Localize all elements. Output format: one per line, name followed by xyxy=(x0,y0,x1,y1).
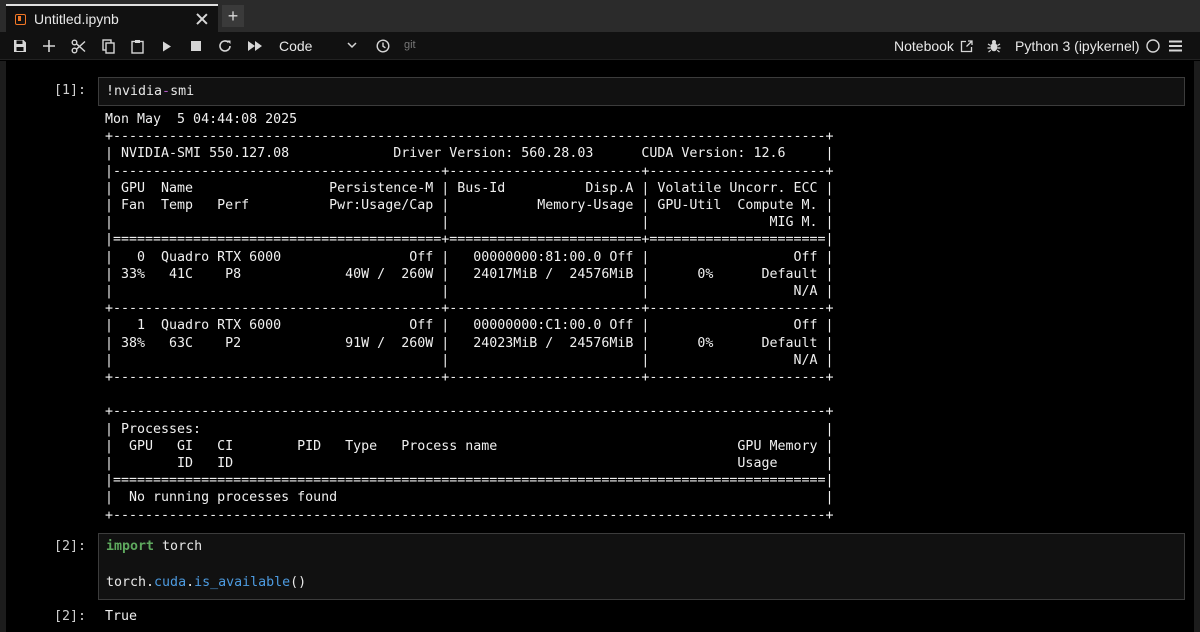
external-link-icon[interactable] xyxy=(958,36,974,56)
paste-icon[interactable] xyxy=(128,36,146,56)
cut-icon[interactable] xyxy=(69,36,87,56)
cell-output: Mon May 5 04:44:08 2025 +---------------… xyxy=(105,112,834,523)
fast-forward-icon[interactable] xyxy=(245,36,265,56)
notebook-panel: [1]: !nvidia-smi Mon May 5 04:44:08 2025… xyxy=(0,61,1200,632)
restart-icon[interactable] xyxy=(216,36,234,56)
open-notebook-link[interactable]: Notebook xyxy=(894,38,954,54)
debugger-bug-icon[interactable] xyxy=(985,36,1003,56)
save-icon[interactable] xyxy=(11,36,29,56)
code-cell-editor[interactable]: import torch torch.cuda.is_available() xyxy=(98,533,1185,600)
run-icon[interactable] xyxy=(158,36,176,56)
code-line: torch.cuda.is_available() xyxy=(106,575,307,590)
code-cell-editor[interactable]: !nvidia-smi xyxy=(98,77,1185,106)
cell-type-value: Code xyxy=(279,38,313,54)
menu-icon[interactable] xyxy=(1166,36,1184,56)
tab-bar: Untitled.ipynb + xyxy=(0,0,1200,32)
chevron-down-icon xyxy=(347,38,357,56)
add-cell-icon[interactable] xyxy=(40,36,58,56)
new-tab-button[interactable]: + xyxy=(222,5,244,27)
cell-type-select[interactable]: Code xyxy=(279,37,361,55)
git-label[interactable]: git xyxy=(404,39,416,51)
kernel-status-icon xyxy=(1144,36,1162,56)
notebook-toolbar: Code git Notebook Python 3 (ipykernel) xyxy=(0,32,1200,60)
clock-icon[interactable] xyxy=(374,36,392,56)
kernel-name[interactable]: Python 3 (ipykernel) xyxy=(1015,38,1140,54)
input-prompt: [2]: xyxy=(53,539,86,554)
notebook-tab[interactable]: Untitled.ipynb xyxy=(6,4,218,32)
copy-icon[interactable] xyxy=(99,36,117,56)
input-prompt: [1]: xyxy=(53,83,86,98)
stop-icon[interactable] xyxy=(187,36,205,56)
tab-title: Untitled.ipynb xyxy=(34,11,119,27)
close-icon[interactable] xyxy=(194,11,210,27)
output-prompt: [2]: xyxy=(53,609,86,624)
cell-output: True xyxy=(105,609,138,624)
code-line: import torch xyxy=(106,539,203,554)
notebook-icon xyxy=(15,13,26,25)
code-line: !nvidia-smi xyxy=(106,84,195,99)
